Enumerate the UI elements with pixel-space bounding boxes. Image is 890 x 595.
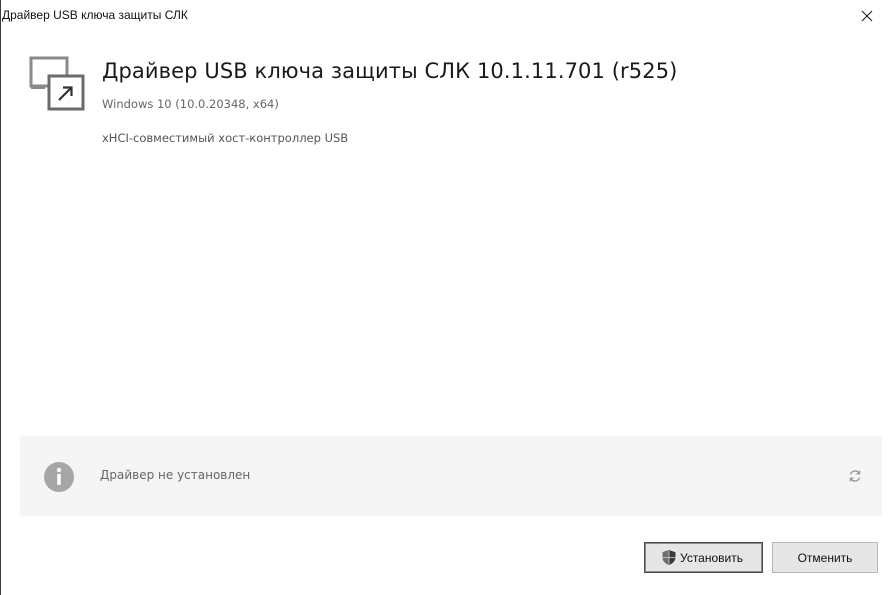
close-button[interactable] (845, 0, 889, 31)
installer-window: Драйвер USB ключа защиты СЛК Драйвер USB… (0, 0, 889, 595)
uac-shield-icon (662, 550, 676, 565)
cancel-button[interactable]: Отменить (772, 542, 878, 573)
cancel-button-label: Отменить (797, 550, 853, 565)
install-button[interactable]: Установить (644, 542, 763, 573)
driver-description: xHCI-совместимый хост-контроллер USB (102, 131, 349, 145)
driver-title: Драйвер USB ключа защиты СЛК 10.1.11.701… (102, 59, 678, 83)
status-text: Драйвер не установлен (100, 468, 251, 482)
status-panel: Драйвер не установлен (20, 436, 882, 516)
app-shortcut-icon (29, 56, 85, 111)
window-title: Драйвер USB ключа защиты СЛК (2, 8, 188, 22)
close-icon (861, 10, 873, 21)
title-bar: Драйвер USB ключа защиты СЛК (1, 0, 889, 31)
install-button-label: Установить (680, 550, 743, 565)
os-info: Windows 10 (10.0.20348, x64) (102, 97, 279, 111)
info-icon (44, 462, 74, 492)
refresh-icon[interactable] (847, 468, 863, 484)
